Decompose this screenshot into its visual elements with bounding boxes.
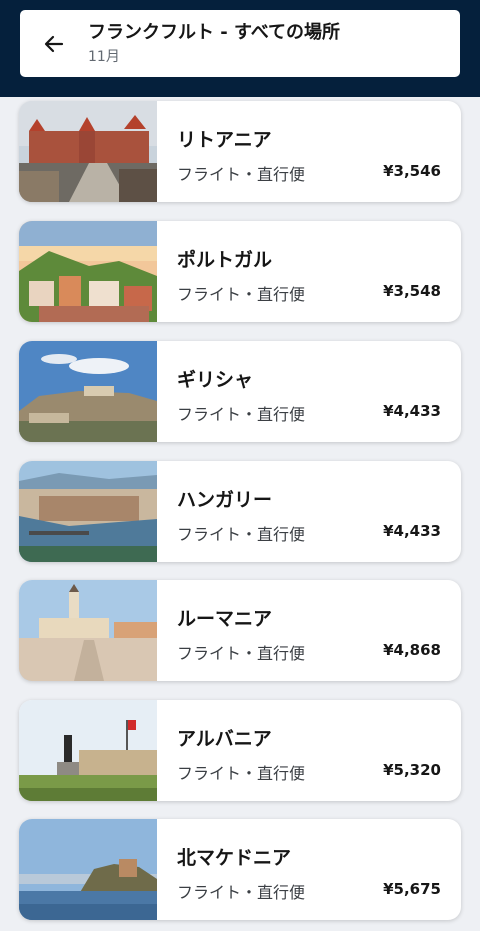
country-name: リトアニア [177,129,272,151]
country-name: アルバニア [177,728,272,750]
flight-type: フライト・直行便 [177,405,306,424]
destination-card-albania[interactable]: アルバニア フライト・直行便 ¥5,320 [19,700,461,801]
destination-card-portugal[interactable]: ポルトガル フライト・直行便 ¥3,548 [19,221,461,322]
price: ¥4,433 [383,402,441,420]
destination-photo [19,221,157,322]
destination-photo [19,101,157,202]
search-summary[interactable]: フランクフルト - すべての場所 11月 [20,10,460,77]
flight-type: フライト・直行便 [177,644,306,663]
flight-type: フライト・直行便 [177,525,306,544]
destination-card-romania[interactable]: ルーマニア フライト・直行便 ¥4,868 [19,580,461,681]
price: ¥4,868 [383,641,441,659]
destination-card-north-macedonia[interactable]: 北マケドニア フライト・直行便 ¥5,675 [19,819,461,920]
destination-photo [19,580,157,681]
country-name: ルーマニア [177,608,273,630]
price: ¥5,320 [383,761,441,779]
search-month: 11月 [88,49,120,65]
price: ¥4,433 [383,522,441,540]
flight-type: フライト・直行便 [177,165,306,184]
price: ¥3,548 [383,282,441,300]
country-name: ギリシャ [177,369,254,391]
search-title: フランクフルト - すべての場所 [88,22,341,43]
arrow-left-icon [44,35,64,52]
top-bar: フランクフルト - すべての場所 11月 [0,0,480,97]
flight-type: フライト・直行便 [177,285,306,304]
price: ¥5,675 [383,880,441,898]
destination-photo [19,819,157,920]
destination-photo [19,341,157,442]
price: ¥3,546 [383,162,441,180]
destination-photo [19,461,157,562]
destination-card-lithuania[interactable]: リトアニア フライト・直行便 ¥3,546 [19,101,461,202]
destination-card-hungary[interactable]: ハンガリー フライト・直行便 ¥4,433 [19,461,461,562]
back-button[interactable] [20,10,88,77]
country-name: 北マケドニア [177,847,292,869]
country-name: ポルトガル [177,249,273,271]
destination-card-greece[interactable]: ギリシャ フライト・直行便 ¥4,433 [19,341,461,442]
flight-type: フライト・直行便 [177,764,306,783]
flight-type: フライト・直行便 [177,883,306,902]
country-name: ハンガリー [177,489,273,511]
destination-photo [19,700,157,801]
